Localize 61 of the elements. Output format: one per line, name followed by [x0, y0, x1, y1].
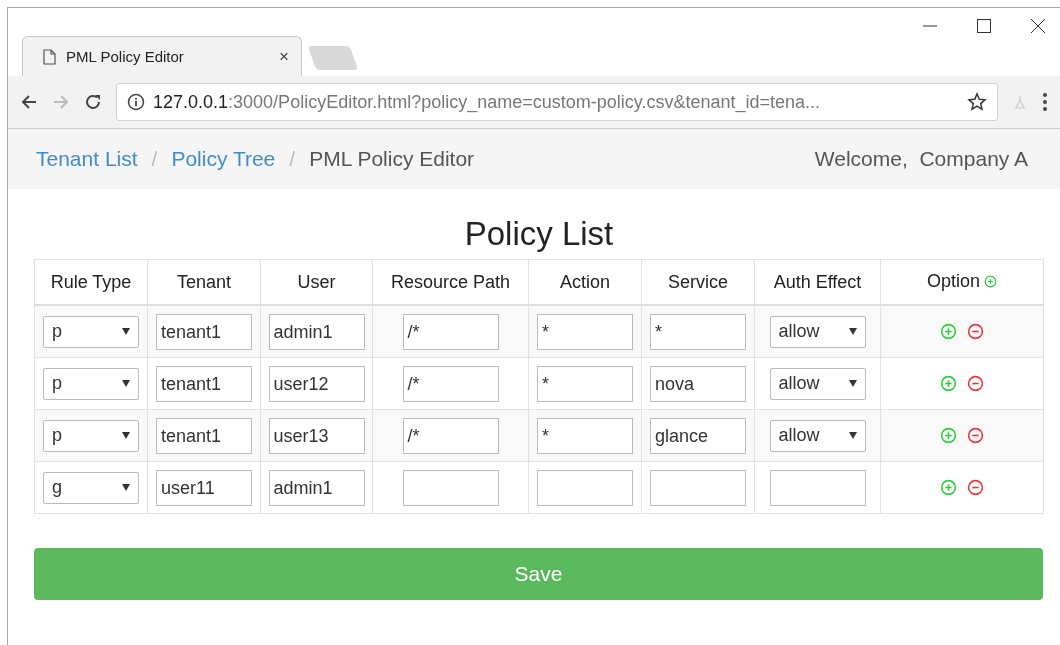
caret-icon — [122, 484, 130, 491]
auth-effect-select[interactable]: allow — [769, 419, 866, 452]
text-field[interactable]: tenant1 — [156, 313, 252, 350]
star-icon[interactable] — [967, 92, 987, 112]
reload-icon[interactable] — [84, 93, 102, 111]
text-field[interactable]: * — [537, 313, 633, 350]
auth-effect-select[interactable]: allow — [769, 315, 866, 348]
rule-type-select[interactable]: p — [43, 315, 139, 348]
text-field[interactable] — [769, 469, 866, 506]
text-field[interactable]: tenant1 — [156, 417, 252, 454]
auth-effect-select[interactable]: allow — [769, 367, 866, 400]
text-field[interactable]: * — [537, 365, 633, 402]
rule-type-select[interactable]: p — [43, 419, 139, 452]
text-field[interactable]: user11 — [156, 469, 252, 506]
text-field[interactable]: /* — [402, 417, 499, 454]
text-field[interactable]: * — [537, 417, 633, 454]
remove-icon[interactable] — [967, 479, 984, 496]
rule-type-select[interactable]: g — [43, 471, 139, 504]
back-arrow-icon[interactable] — [20, 93, 38, 111]
menu-icon[interactable] — [1042, 92, 1048, 112]
caret-icon — [122, 328, 130, 335]
add-icon[interactable] — [940, 323, 957, 340]
maximize-icon[interactable] — [976, 18, 992, 34]
add-icon[interactable] — [940, 375, 957, 392]
text-field[interactable]: user12 — [268, 365, 365, 402]
text-field[interactable]: admin1 — [268, 469, 365, 506]
address-field[interactable]: 127.0.0.1:3000/PolicyEditor.html?policy_name=custom-policy.csv&tenant_id=tena... — [116, 83, 998, 121]
breadcrumb-current: PML Policy Editor — [309, 147, 475, 171]
add-row-icon[interactable] — [984, 274, 997, 288]
text-field[interactable]: /* — [402, 365, 499, 402]
info-icon — [127, 93, 145, 111]
breadcrumb-separator: / — [151, 147, 158, 171]
text-field[interactable]: tenant1 — [156, 365, 252, 402]
text-field[interactable]: admin1 — [268, 313, 365, 350]
caret-icon — [848, 380, 857, 387]
caret-icon — [848, 432, 857, 439]
caret-icon — [122, 432, 130, 439]
text-field[interactable] — [650, 469, 746, 506]
page-icon — [43, 48, 56, 65]
add-icon[interactable] — [940, 479, 957, 496]
text-field[interactable] — [402, 469, 499, 506]
caret-icon — [122, 380, 130, 387]
remove-icon[interactable] — [967, 375, 984, 392]
rule-type-select[interactable]: p — [43, 367, 139, 400]
text-field[interactable]: user13 — [268, 417, 365, 454]
remove-icon[interactable] — [967, 427, 984, 444]
text-field[interactable]: /* — [402, 313, 499, 350]
text-field[interactable]: nova — [650, 365, 746, 402]
text-field[interactable] — [537, 469, 633, 506]
tab-close-button[interactable]: × — [279, 46, 289, 67]
browser-tab[interactable]: PML Policy Editor × — [22, 36, 302, 76]
text-field[interactable]: * — [650, 313, 746, 350]
caret-icon — [848, 328, 857, 335]
add-icon[interactable] — [940, 427, 957, 444]
forward-arrow-icon[interactable] — [52, 93, 70, 111]
close-icon[interactable] — [1030, 18, 1046, 34]
breadcrumb-separator: / — [289, 147, 296, 171]
page-title: Policy List — [463, 215, 615, 253]
welcome-text: Welcome, Company A — [814, 147, 1028, 171]
text-field[interactable]: glance — [650, 417, 746, 454]
remove-icon[interactable] — [967, 323, 984, 340]
